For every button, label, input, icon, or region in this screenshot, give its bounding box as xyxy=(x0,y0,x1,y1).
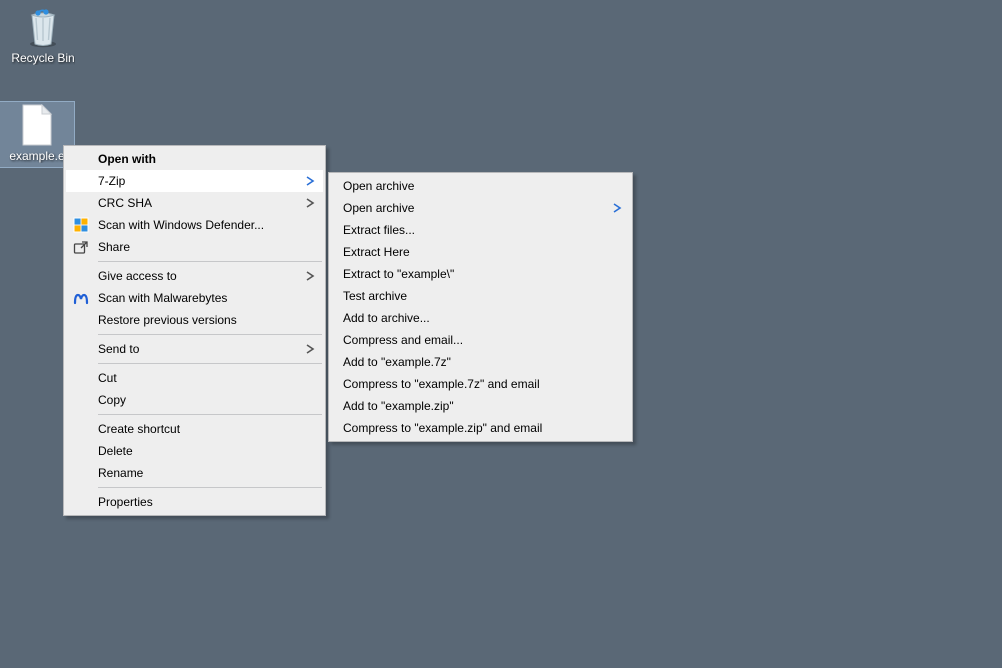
submenu-item-compress-zip-email[interactable]: Compress to "example.zip" and email xyxy=(331,417,630,439)
share-icon xyxy=(72,238,90,256)
shield-icon xyxy=(72,216,90,234)
menu-item-send-to[interactable]: Send to xyxy=(66,338,323,360)
menu-item-label: Restore previous versions xyxy=(98,313,237,327)
menu-item-cut[interactable]: Cut xyxy=(66,367,323,389)
menu-item-label: Cut xyxy=(98,371,117,385)
menu-item-label: Open archive xyxy=(343,179,414,193)
menu-item-label: Give access to xyxy=(98,269,177,283)
menu-item-label: Open archive xyxy=(343,201,414,215)
menu-item-create-shortcut[interactable]: Create shortcut xyxy=(66,418,323,440)
menu-item-copy[interactable]: Copy xyxy=(66,389,323,411)
menu-item-label: Test archive xyxy=(343,289,407,303)
menu-item-label: Add to archive... xyxy=(343,311,430,325)
menu-item-label: Add to "example.7z" xyxy=(343,355,451,369)
menu-item-scan-defender[interactable]: Scan with Windows Defender... xyxy=(66,214,323,236)
submenu-item-extract-files[interactable]: Extract files... xyxy=(331,219,630,241)
menu-item-scan-malwarebytes[interactable]: Scan with Malwarebytes xyxy=(66,287,323,309)
desktop-icon-label: example.e xyxy=(9,149,64,163)
submenu-item-compress-email[interactable]: Compress and email... xyxy=(331,329,630,351)
menu-item-label: Copy xyxy=(98,393,126,407)
menu-separator xyxy=(98,414,322,415)
menu-item-restore-previous[interactable]: Restore previous versions xyxy=(66,309,323,331)
menu-item-7zip[interactable]: 7-Zip xyxy=(66,170,323,192)
menu-item-label: Share xyxy=(98,240,130,254)
menu-item-label: Compress to "example.zip" and email xyxy=(343,421,542,435)
submenu-item-compress-7z-email[interactable]: Compress to "example.7z" and email xyxy=(331,373,630,395)
submenu-item-test-archive[interactable]: Test archive xyxy=(331,285,630,307)
desktop-icon-recycle-bin[interactable]: Recycle Bin xyxy=(6,4,80,69)
submenu-item-open-archive[interactable]: Open archive xyxy=(331,175,630,197)
submenu-arrow-icon xyxy=(305,176,315,186)
menu-item-label: Compress and email... xyxy=(343,333,463,347)
submenu-arrow-icon xyxy=(305,344,315,354)
menu-item-delete[interactable]: Delete xyxy=(66,440,323,462)
menu-separator xyxy=(98,261,322,262)
menu-item-crc-sha[interactable]: CRC SHA xyxy=(66,192,323,214)
submenu-item-extract-to[interactable]: Extract to "example\" xyxy=(331,263,630,285)
menu-item-label: Scan with Windows Defender... xyxy=(98,218,264,232)
menu-item-label: Delete xyxy=(98,444,133,458)
menu-item-label: CRC SHA xyxy=(98,196,152,210)
desktop-icon-label: Recycle Bin xyxy=(11,51,74,65)
menu-separator xyxy=(98,334,322,335)
malwarebytes-icon xyxy=(72,289,90,307)
menu-separator xyxy=(98,487,322,488)
submenu-arrow-icon xyxy=(612,203,622,213)
menu-item-label: Properties xyxy=(98,495,153,509)
submenu-arrow-icon xyxy=(305,198,315,208)
submenu-item-open-archive-more[interactable]: Open archive xyxy=(331,197,630,219)
submenu-arrow-icon xyxy=(305,271,315,281)
context-menu: Open with 7-Zip CRC SHA Scan with Window… xyxy=(63,145,326,516)
recycle-bin-icon xyxy=(22,6,64,48)
menu-item-label: Compress to "example.7z" and email xyxy=(343,377,540,391)
submenu-item-add-to-archive[interactable]: Add to archive... xyxy=(331,307,630,329)
submenu-7zip: Open archive Open archive Extract files.… xyxy=(328,172,633,442)
menu-item-label: Rename xyxy=(98,466,143,480)
menu-item-label: 7-Zip xyxy=(98,174,125,188)
file-icon xyxy=(16,104,58,146)
menu-item-label: Extract files... xyxy=(343,223,415,237)
submenu-item-add-7z[interactable]: Add to "example.7z" xyxy=(331,351,630,373)
menu-item-label: Create shortcut xyxy=(98,422,180,436)
menu-item-share[interactable]: Share xyxy=(66,236,323,258)
submenu-item-extract-here[interactable]: Extract Here xyxy=(331,241,630,263)
menu-item-label: Extract to "example\" xyxy=(343,267,454,281)
menu-item-label: Send to xyxy=(98,342,139,356)
menu-item-label: Add to "example.zip" xyxy=(343,399,454,413)
menu-separator xyxy=(98,363,322,364)
menu-item-open-with[interactable]: Open with xyxy=(66,148,323,170)
menu-item-label: Extract Here xyxy=(343,245,410,259)
menu-item-properties[interactable]: Properties xyxy=(66,491,323,513)
menu-item-label: Open with xyxy=(98,152,156,166)
menu-item-label: Scan with Malwarebytes xyxy=(98,291,227,305)
submenu-item-add-zip[interactable]: Add to "example.zip" xyxy=(331,395,630,417)
menu-item-give-access-to[interactable]: Give access to xyxy=(66,265,323,287)
menu-item-rename[interactable]: Rename xyxy=(66,462,323,484)
